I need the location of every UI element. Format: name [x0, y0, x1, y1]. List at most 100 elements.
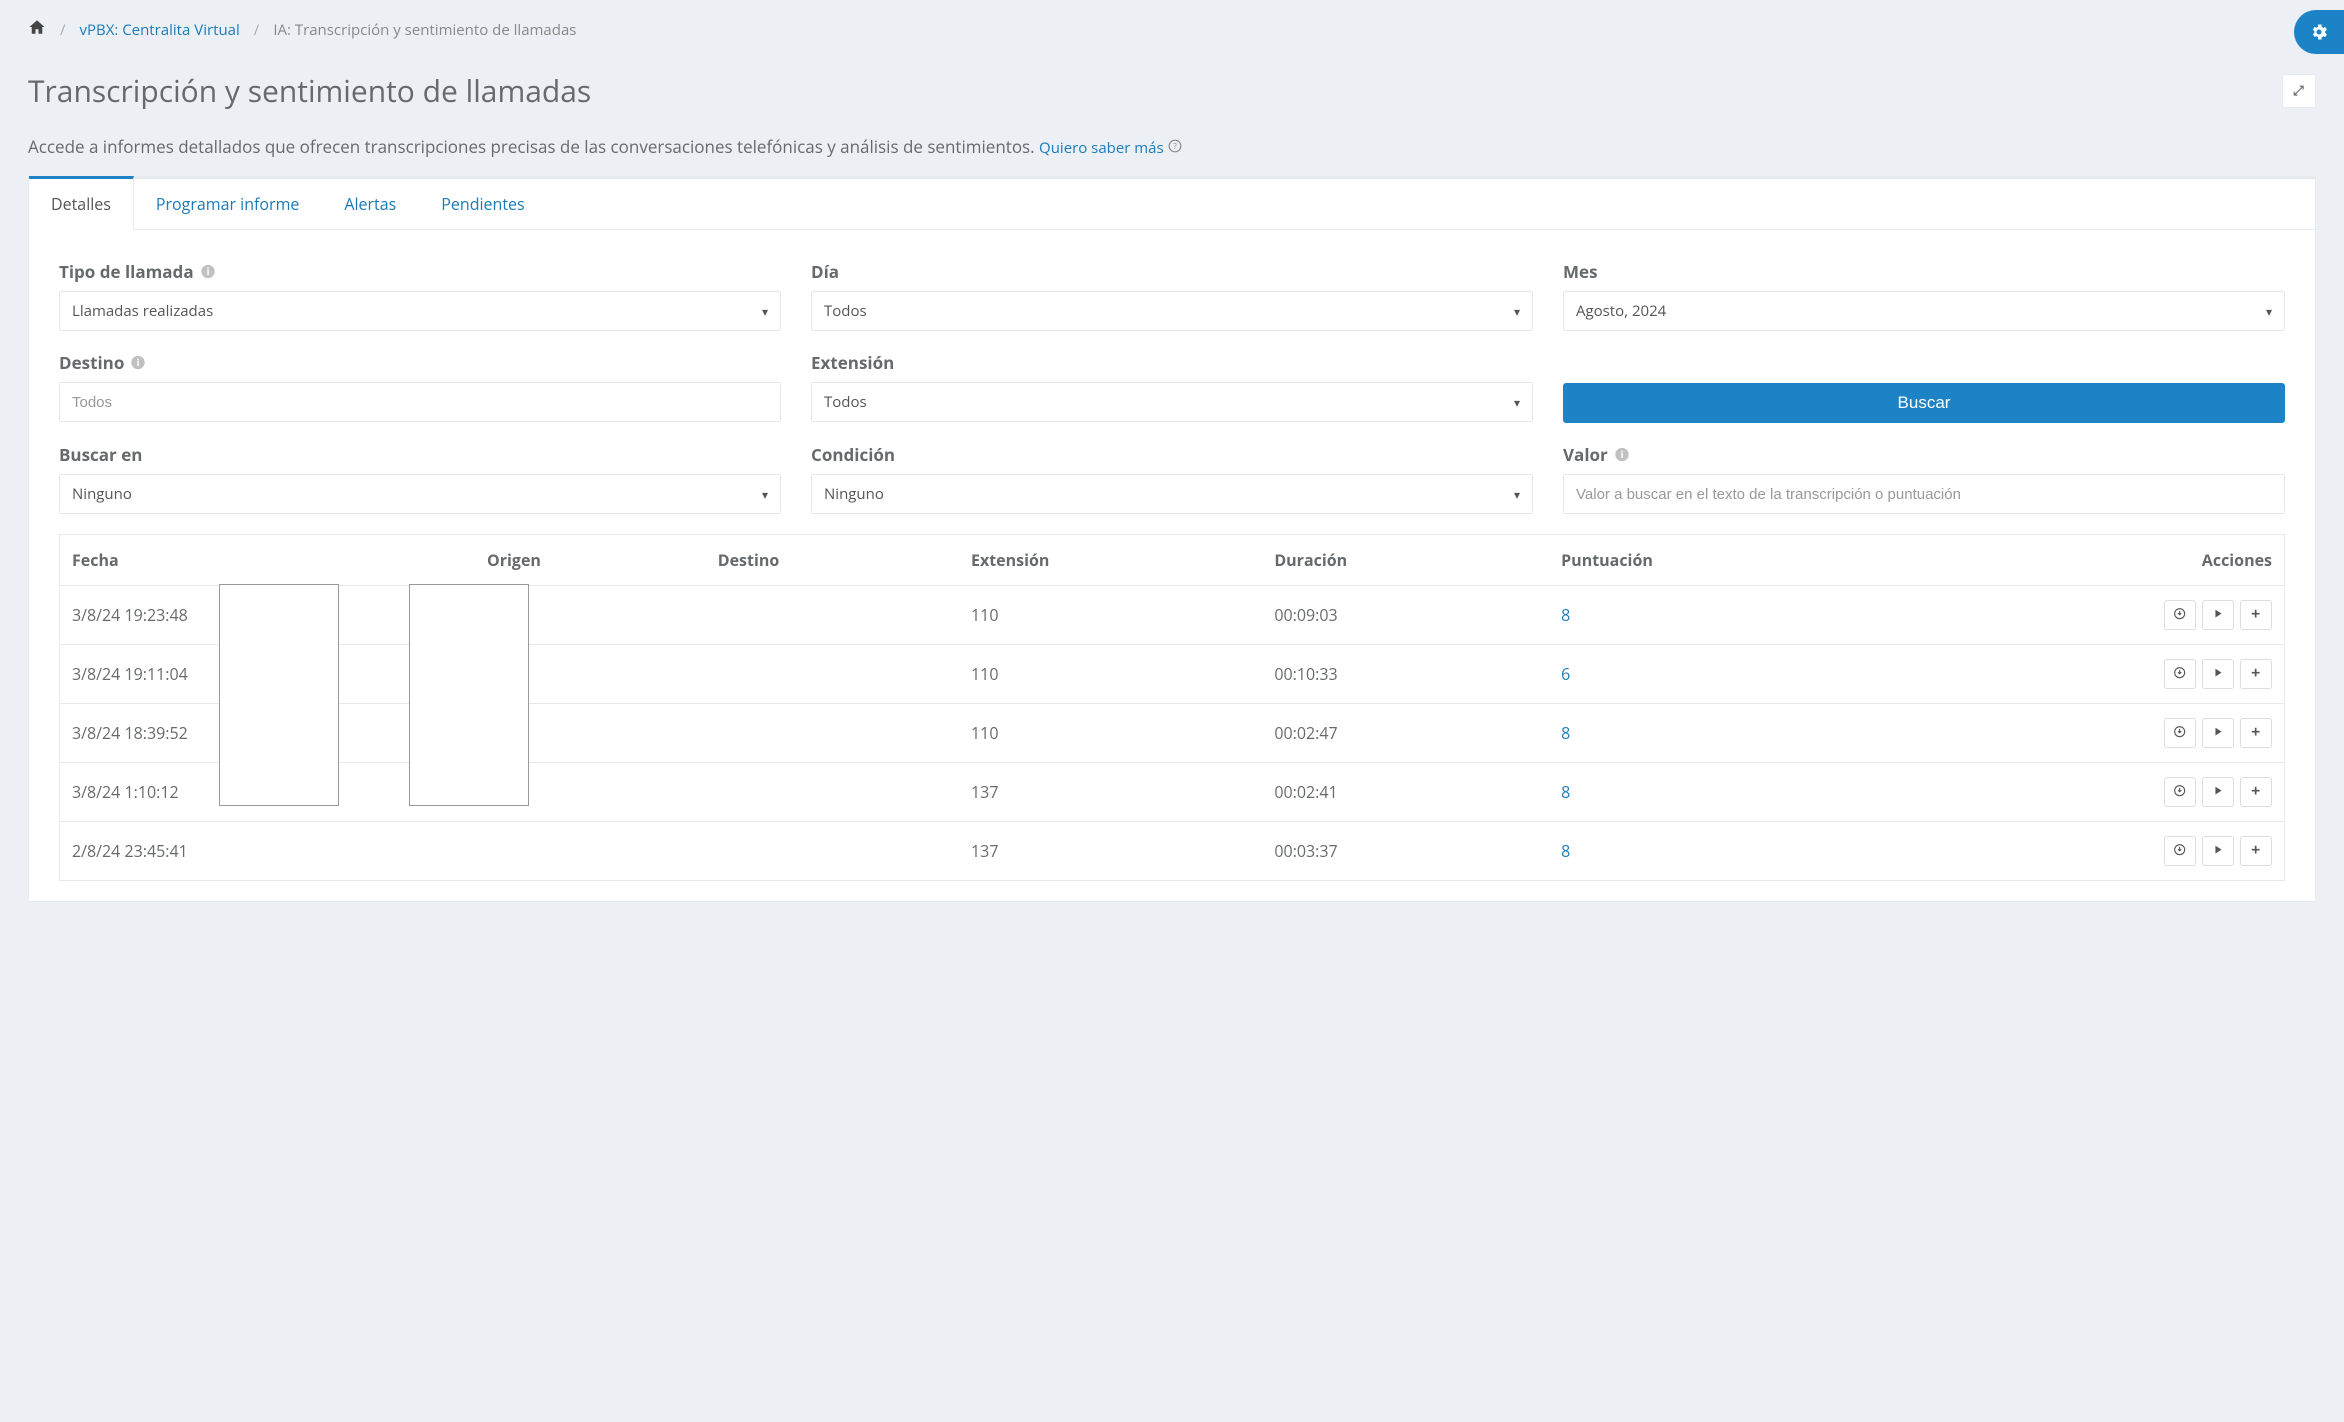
play-icon	[2211, 784, 2224, 800]
select-mes[interactable]: Agosto, 2024 ▾	[1563, 291, 2285, 331]
redacted-destino	[409, 584, 529, 806]
cell-puntuacion: 6	[1549, 645, 1892, 704]
select-condicion[interactable]: Ninguno ▾	[811, 474, 1533, 514]
play-icon	[2211, 843, 2224, 859]
cell-duracion: 00:02:47	[1262, 704, 1549, 763]
label-tipo-llamada: Tipo de llamada i	[59, 260, 781, 283]
download-button[interactable]	[2164, 718, 2196, 748]
th-puntuacion: Puntuación	[1549, 535, 1892, 586]
table-row: 3/8/24 18:39:5211000:02:478	[60, 704, 2285, 763]
info-circle-icon: i	[130, 355, 146, 371]
cell-origen	[475, 822, 706, 881]
info-circle-icon: i	[1614, 447, 1630, 463]
redacted-origen	[219, 584, 339, 806]
tab-alertas[interactable]: Alertas	[322, 179, 419, 229]
cell-duracion: 00:03:37	[1262, 822, 1549, 881]
play-icon	[2211, 666, 2224, 682]
select-dia[interactable]: Todos ▾	[811, 291, 1533, 331]
tab-programar-informe[interactable]: Programar informe	[134, 179, 323, 229]
page-title: Transcripción y sentimiento de llamadas	[28, 70, 591, 111]
expand-row-button[interactable]	[2240, 600, 2272, 630]
breadcrumb: / vPBX: Centralita Virtual / IA: Transcr…	[28, 0, 2316, 52]
chevron-down-icon: ▾	[762, 486, 768, 503]
label-destino: Destino i	[59, 351, 781, 374]
th-fecha: Fecha	[60, 535, 476, 586]
fullscreen-button[interactable]	[2282, 74, 2316, 108]
tabs: Detalles Programar informe Alertas Pendi…	[29, 179, 2315, 230]
tab-detalles[interactable]: Detalles	[29, 176, 134, 229]
expand-row-button[interactable]	[2240, 659, 2272, 689]
label-condicion: Condición	[811, 443, 1533, 466]
chevron-down-icon: ▾	[1514, 303, 1520, 320]
score-link[interactable]: 8	[1561, 604, 1570, 626]
download-icon	[2173, 725, 2186, 741]
cell-extension: 110	[959, 645, 1262, 704]
plus-icon	[2249, 784, 2262, 800]
label-dia: Día	[811, 260, 1533, 283]
play-icon	[2211, 725, 2224, 741]
download-button[interactable]	[2164, 659, 2196, 689]
svg-text:i: i	[206, 265, 209, 278]
svg-text:i: i	[137, 356, 140, 369]
select-buscar-en[interactable]: Ninguno ▾	[59, 474, 781, 514]
select-extension[interactable]: Todos ▾	[811, 382, 1533, 422]
expand-row-button[interactable]	[2240, 777, 2272, 807]
download-button[interactable]	[2164, 600, 2196, 630]
download-icon	[2173, 666, 2186, 682]
svg-text:i: i	[1620, 448, 1623, 461]
expand-row-button[interactable]	[2240, 836, 2272, 866]
plus-icon	[2249, 843, 2262, 859]
score-link[interactable]: 6	[1561, 663, 1570, 685]
input-valor[interactable]	[1563, 474, 2285, 514]
play-button[interactable]	[2202, 777, 2234, 807]
results-table: Fecha Origen Destino Extensión Duración …	[59, 534, 2285, 881]
tab-pendientes[interactable]: Pendientes	[419, 179, 547, 229]
cell-destino	[706, 586, 959, 645]
th-destino: Destino	[706, 535, 959, 586]
cell-destino	[706, 822, 959, 881]
cell-puntuacion: 8	[1549, 704, 1892, 763]
label-valor: Valor i	[1563, 443, 2285, 466]
play-button[interactable]	[2202, 718, 2234, 748]
play-button[interactable]	[2202, 836, 2234, 866]
main-panel: Detalles Programar informe Alertas Pendi…	[28, 176, 2316, 902]
th-acciones: Acciones	[1892, 535, 2285, 586]
cell-extension: 110	[959, 586, 1262, 645]
select-tipo-llamada[interactable]: Llamadas realizadas ▾	[59, 291, 781, 331]
table-row: 3/8/24 19:23:4811000:09:038	[60, 586, 2285, 645]
score-link[interactable]: 8	[1561, 722, 1570, 744]
play-icon	[2211, 607, 2224, 623]
learn-more-link[interactable]: Quiero saber más ?	[1039, 138, 1182, 158]
download-icon	[2173, 843, 2186, 859]
score-link[interactable]: 8	[1561, 781, 1570, 803]
chevron-down-icon: ▾	[2266, 303, 2272, 320]
cell-fecha: 2/8/24 23:45:41	[60, 822, 476, 881]
svg-text:?: ?	[1173, 141, 1177, 152]
search-button[interactable]: Buscar	[1563, 383, 2285, 423]
play-button[interactable]	[2202, 659, 2234, 689]
th-origen: Origen	[475, 535, 706, 586]
expand-icon	[2292, 84, 2305, 97]
input-destino[interactable]	[59, 382, 781, 422]
score-link[interactable]: 8	[1561, 840, 1570, 862]
play-button[interactable]	[2202, 600, 2234, 630]
plus-icon	[2249, 607, 2262, 623]
th-extension: Extensión	[959, 535, 1262, 586]
download-button[interactable]	[2164, 777, 2196, 807]
plus-icon	[2249, 725, 2262, 741]
breadcrumb-level1[interactable]: vPBX: Centralita Virtual	[80, 20, 240, 40]
cell-puntuacion: 8	[1549, 763, 1892, 822]
cell-puntuacion: 8	[1549, 586, 1892, 645]
cell-duracion: 00:09:03	[1262, 586, 1549, 645]
cell-extension: 137	[959, 822, 1262, 881]
download-button[interactable]	[2164, 836, 2196, 866]
expand-row-button[interactable]	[2240, 718, 2272, 748]
cell-duracion: 00:02:41	[1262, 763, 1549, 822]
table-row: 3/8/24 19:11:0411000:10:336	[60, 645, 2285, 704]
info-circle-icon: i	[200, 264, 216, 280]
label-mes: Mes	[1563, 260, 2285, 283]
plus-icon	[2249, 666, 2262, 682]
chevron-down-icon: ▾	[1514, 486, 1520, 503]
label-extension: Extensión	[811, 351, 1533, 374]
breadcrumb-home[interactable]	[28, 18, 46, 42]
